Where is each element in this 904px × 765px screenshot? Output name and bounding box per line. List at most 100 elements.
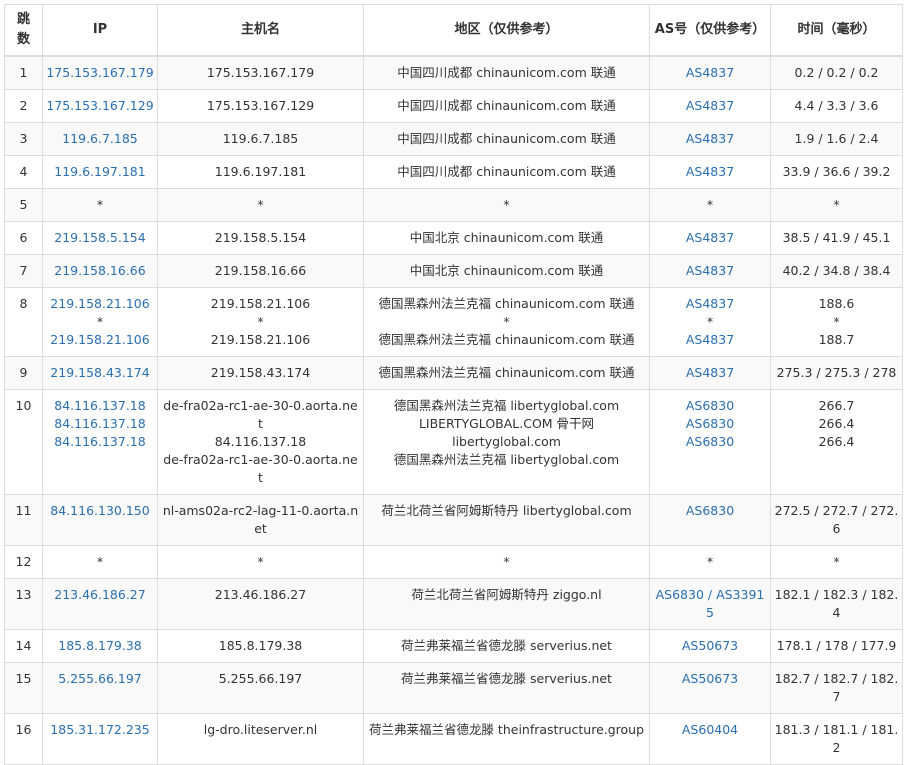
as-link[interactable]: AS60404 <box>653 721 767 739</box>
ip-link[interactable]: 175.153.167.129 <box>46 97 154 115</box>
as-link[interactable]: AS6830 / AS33915 <box>653 586 767 622</box>
as-link[interactable]: AS4837 <box>653 262 767 280</box>
ip-cell: 175.153.167.179 <box>42 55 158 90</box>
time-text: 178.1 / 178 / 177.9 <box>776 638 897 653</box>
ip-link[interactable]: 175.153.167.179 <box>46 64 154 82</box>
ip-link[interactable]: 119.6.197.181 <box>46 163 154 181</box>
region-text: 荷兰弗莱福兰省德龙滕 serverius.net <box>401 638 612 653</box>
as-link[interactable]: AS6830 <box>653 415 767 433</box>
as-cell: * <box>649 188 771 222</box>
host-text: nl-ams02a-rc2-lag-11-0.aorta.net <box>162 503 359 536</box>
host-text: 219.158.5.154 <box>214 230 307 245</box>
time-text: 38.5 / 41.9 / 45.1 <box>782 230 891 245</box>
table-body: 1 175.153.167.179 175.153.167.179 中国四川成都 ch… <box>4 55 903 765</box>
ip-cell: 84.116.137.18 84.116.137.18 84.116.137.18 <box>42 389 158 495</box>
as-cell: AS60404 <box>649 713 771 765</box>
time-cell: 38.5 / 41.9 / 45.1 <box>770 221 903 255</box>
header-host: 主机名 <box>157 4 364 57</box>
header-hop: 跳数 <box>4 4 43 57</box>
as-cell: AS50673 <box>649 629 771 663</box>
as-cell: AS4837 <box>649 55 771 90</box>
ip-cell: 119.6.197.181 <box>42 155 158 189</box>
time-text: 0.2 / 0.2 / 0.2 <box>794 65 879 80</box>
region-text: 荷兰弗莱福兰省德龙滕 serverius.net <box>401 671 612 686</box>
hop-number: 10 <box>4 389 43 495</box>
region-cell: 中国四川成都 chinaunicom.com 联通 <box>363 55 650 90</box>
time-cell: 181.3 / 181.1 / 181.2 <box>770 713 903 765</box>
host-text: 5.255.66.197 <box>218 671 303 686</box>
ip-link[interactable]: 219.158.5.154 <box>46 229 154 247</box>
time-text: 275.3 / 275.3 / 278 <box>776 365 897 380</box>
as-link[interactable]: AS4837 <box>653 64 767 82</box>
ip-link[interactable]: 219.158.21.106 <box>46 331 154 349</box>
time-cell: 272.5 / 272.7 / 272.6 <box>770 494 903 546</box>
as-link[interactable]: AS4837 <box>653 364 767 382</box>
region-cell: 中国北京 chinaunicom.com 联通 <box>363 254 650 288</box>
region-cell: 德国黑森州法兰克福 libertyglobal.com LIBERTYGLOBAL… <box>363 389 650 495</box>
as-link[interactable]: AS50673 <box>653 670 767 688</box>
time-text: 1.9 / 1.6 / 2.4 <box>794 131 879 146</box>
ip-link[interactable]: 84.116.137.18 <box>46 397 154 415</box>
ip-link[interactable]: 5.255.66.197 <box>46 670 154 688</box>
as-link[interactable]: AS4837 <box>653 97 767 115</box>
ip-cell: * <box>42 188 158 222</box>
time-text: 4.4 / 3.3 / 3.6 <box>794 98 879 113</box>
host-text: 219.158.16.66 <box>214 263 307 278</box>
host-cell: nl-ams02a-rc2-lag-11-0.aorta.net <box>157 494 364 546</box>
as-link[interactable]: AS4837 <box>653 331 767 349</box>
as-link[interactable]: AS4837 <box>653 229 767 247</box>
ip-link[interactable]: 185.31.172.235 <box>46 721 154 739</box>
ip-cell: 119.6.7.185 <box>42 122 158 156</box>
time-text: 266.4 <box>818 434 855 449</box>
time-text: 33.9 / 36.6 / 39.2 <box>782 164 891 179</box>
as-link[interactable]: AS6830 <box>653 433 767 451</box>
host-text: 84.116.137.18 <box>214 434 307 449</box>
as-text: * <box>706 554 714 569</box>
time-text: 182.1 / 182.3 / 182.4 <box>774 587 899 620</box>
as-cell: AS50673 <box>649 662 771 714</box>
time-cell: 0.2 / 0.2 / 0.2 <box>770 55 903 90</box>
as-link[interactable]: AS6830 <box>653 397 767 415</box>
host-text: * <box>257 314 264 329</box>
as-link[interactable]: AS4837 <box>653 295 767 313</box>
table-row: 1 175.153.167.179 175.153.167.179 中国四川成都 ch… <box>4 55 903 90</box>
as-cell: AS4837 <box>649 122 771 156</box>
header-region: 地区（仅供参考） <box>363 4 650 57</box>
ip-link[interactable]: 219.158.43.174 <box>46 364 154 382</box>
as-link[interactable]: AS6830 <box>653 502 767 520</box>
region-cell: * <box>363 545 650 579</box>
ip-link[interactable]: 84.116.137.18 <box>46 433 154 451</box>
ip-link[interactable]: 119.6.7.185 <box>46 130 154 148</box>
ip-cell: 185.31.172.235 <box>42 713 158 765</box>
time-cell: 266.7 266.4 266.4 <box>770 389 903 495</box>
as-link[interactable]: AS4837 <box>653 163 767 181</box>
as-cell: * <box>649 545 771 579</box>
as-link[interactable]: AS50673 <box>653 637 767 655</box>
host-text: 219.158.43.174 <box>210 365 311 380</box>
as-cell: AS4837 <box>649 221 771 255</box>
ip-link[interactable]: 84.116.130.150 <box>46 502 154 520</box>
as-link[interactable]: AS4837 <box>653 130 767 148</box>
time-text: * <box>833 197 840 212</box>
region-text: 中国四川成都 chinaunicom.com 联通 <box>397 164 616 179</box>
ip-link[interactable]: 185.8.179.38 <box>46 637 154 655</box>
ip-link[interactable]: 84.116.137.18 <box>46 415 154 433</box>
table-row: 14 185.8.179.38 185.8.179.38 荷兰弗莱福兰省德龙滕 ser… <box>4 629 903 663</box>
table-row: 2 175.153.167.129 175.153.167.129 中国四川成都 ch… <box>4 89 903 123</box>
time-text: 266.7 <box>818 398 855 413</box>
ip-link[interactable]: 213.46.186.27 <box>46 586 154 604</box>
ip-cell: 5.255.66.197 <box>42 662 158 714</box>
ip-link[interactable]: 219.158.21.106 <box>46 295 154 313</box>
as-cell: AS6830 AS6830 AS6830 <box>649 389 771 495</box>
region-cell: 中国四川成都 chinaunicom.com 联通 <box>363 122 650 156</box>
table-row: 5 * * * * * <box>4 188 903 222</box>
host-cell: * <box>157 545 364 579</box>
table-row: 6 219.158.5.154 219.158.5.154 中国北京 chinauni… <box>4 221 903 255</box>
time-text: 266.4 <box>818 416 855 431</box>
time-text: 182.7 / 182.7 / 182.7 <box>774 671 899 704</box>
ip-link[interactable]: 219.158.16.66 <box>46 262 154 280</box>
time-cell: * <box>770 545 903 579</box>
as-cell: AS4837 <box>649 89 771 123</box>
region-cell: 荷兰弗莱福兰省德龙滕 theinfrastructure.group <box>363 713 650 765</box>
hop-number: 14 <box>4 629 43 663</box>
